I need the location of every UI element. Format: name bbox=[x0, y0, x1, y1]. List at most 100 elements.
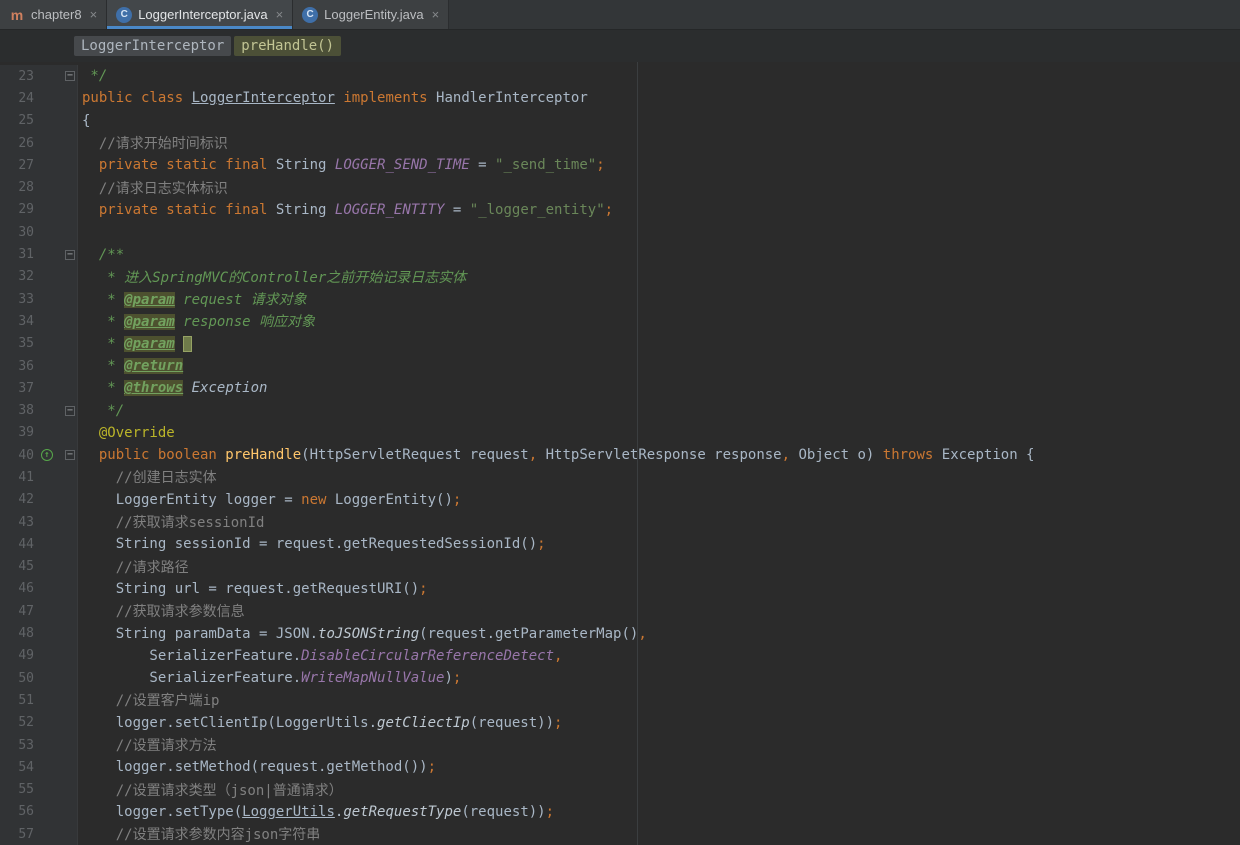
code-text[interactable]: private static final String LOGGER_ENTIT… bbox=[78, 202, 613, 218]
line-number[interactable]: 23 bbox=[0, 69, 34, 84]
line-number[interactable]: 55 bbox=[0, 782, 34, 797]
line-number[interactable]: 39 bbox=[0, 425, 34, 440]
code-text[interactable]: //请求路径 bbox=[78, 557, 189, 577]
line-number[interactable]: 25 bbox=[0, 113, 34, 128]
line-number[interactable]: 48 bbox=[0, 626, 34, 641]
code-text[interactable]: * @return bbox=[78, 358, 184, 374]
code-text[interactable]: //设置请求方法 bbox=[78, 735, 217, 755]
code-text[interactable]: //设置客户端ip bbox=[78, 690, 220, 710]
line-number[interactable]: 54 bbox=[0, 760, 34, 775]
code-text[interactable]: logger.setType(LoggerUtils.getRequestTyp… bbox=[78, 804, 554, 820]
code-text[interactable]: //获取请求sessionId bbox=[78, 512, 265, 532]
line-number[interactable]: 27 bbox=[0, 158, 34, 173]
gutter: 57 bbox=[0, 823, 78, 845]
code-text[interactable]: //创建日志实体 bbox=[78, 467, 217, 487]
line-number[interactable]: 57 bbox=[0, 827, 34, 842]
code-text[interactable]: SerializerFeature.WriteMapNullValue); bbox=[78, 670, 461, 686]
code-text[interactable]: { bbox=[78, 113, 90, 129]
line-number[interactable]: 52 bbox=[0, 715, 34, 730]
line-number[interactable]: 35 bbox=[0, 336, 34, 351]
caret-box bbox=[183, 335, 193, 352]
code-text[interactable]: String url = request.getRequestURI(); bbox=[78, 581, 428, 597]
code-text[interactable]: logger.setMethod(request.getMethod()); bbox=[78, 759, 436, 775]
code-text[interactable]: //设置请求类型（json|普通请求） bbox=[78, 780, 343, 800]
line-number[interactable]: 26 bbox=[0, 136, 34, 151]
line-number[interactable]: 40 bbox=[0, 448, 34, 463]
fold-icon[interactable]: − bbox=[65, 405, 75, 416]
line-number[interactable]: 56 bbox=[0, 804, 34, 819]
override-method-icon[interactable]: ↑ bbox=[41, 449, 53, 462]
line-number[interactable]: 41 bbox=[0, 470, 34, 485]
code-text[interactable]: * @throws Exception bbox=[78, 380, 267, 397]
code-text[interactable]: //设置请求参数内容json字符串 bbox=[78, 824, 321, 844]
line-number[interactable]: 53 bbox=[0, 738, 34, 753]
gutter: 47 bbox=[0, 600, 78, 623]
fold-icon[interactable]: − bbox=[65, 249, 75, 260]
code-text[interactable]: /** bbox=[78, 247, 124, 263]
line-number[interactable]: 32 bbox=[0, 269, 34, 284]
code-text[interactable]: //获取请求参数信息 bbox=[78, 601, 245, 621]
fold-icon[interactable]: − bbox=[65, 450, 75, 461]
code-line: 38 − */ bbox=[0, 399, 1240, 422]
close-icon[interactable]: × bbox=[432, 7, 440, 22]
code-text[interactable]: private static final String LOGGER_SEND_… bbox=[78, 157, 605, 173]
code-text[interactable]: String sessionId = request.getRequestedS… bbox=[78, 536, 546, 552]
code-text[interactable]: * 进入SpringMVC的Controller之前开始记录日志实体 bbox=[78, 267, 466, 287]
line-number[interactable]: 43 bbox=[0, 515, 34, 530]
code-text[interactable]: //请求开始时间标识 bbox=[78, 133, 228, 153]
code-text[interactable]: SerializerFeature.DisableCircularReferen… bbox=[78, 648, 562, 664]
line-number[interactable]: 30 bbox=[0, 225, 34, 240]
code-line: 34 * @param response 响应对象 bbox=[0, 310, 1240, 333]
breadcrumb-item-LoggerInterceptor[interactable]: LoggerInterceptor bbox=[74, 36, 232, 56]
code-text[interactable]: String paramData = JSON.toJSONString(req… bbox=[78, 626, 647, 642]
line-number[interactable]: 50 bbox=[0, 671, 34, 686]
gutter: 51 bbox=[0, 689, 78, 712]
tab-LoggerInterceptor.java[interactable]: C LoggerInterceptor.java × bbox=[107, 0, 294, 29]
code-text[interactable]: * @param response 响应对象 bbox=[78, 311, 315, 331]
code-text[interactable]: */ bbox=[78, 68, 107, 84]
tab-chapter8[interactable]: m chapter8 × bbox=[0, 0, 108, 29]
code-text[interactable]: * @param bbox=[78, 335, 193, 352]
line-number[interactable]: 49 bbox=[0, 648, 34, 663]
tab-LoggerEntity.java[interactable]: C LoggerEntity.java × bbox=[293, 0, 450, 29]
close-icon[interactable]: × bbox=[276, 7, 284, 22]
code-text[interactable]: @Override bbox=[78, 425, 175, 441]
line-number[interactable]: 47 bbox=[0, 604, 34, 619]
line-number[interactable]: 33 bbox=[0, 292, 34, 307]
gutter: 32 bbox=[0, 265, 78, 288]
code-text[interactable]: * @param request 请求对象 bbox=[78, 289, 307, 309]
code-text[interactable]: //请求日志实体标识 bbox=[78, 178, 228, 198]
close-icon[interactable]: × bbox=[90, 7, 98, 22]
line-number[interactable]: 36 bbox=[0, 359, 34, 374]
line-number[interactable]: 42 bbox=[0, 492, 34, 507]
code-line: 24 public class LoggerInterceptor impleme… bbox=[0, 87, 1240, 110]
line-number[interactable]: 46 bbox=[0, 581, 34, 596]
code-editor: 23 − */ 24 public class LoggerInterceptor i… bbox=[0, 62, 1240, 845]
code-text[interactable]: */ bbox=[78, 403, 124, 419]
fold-icon[interactable]: − bbox=[65, 71, 75, 82]
code-line: 50 SerializerFeature.WriteMapNullValue); bbox=[0, 667, 1240, 690]
code-text[interactable]: public class LoggerInterceptor implement… bbox=[78, 90, 588, 106]
gutter-icons: ↑ bbox=[34, 449, 60, 462]
line-number[interactable]: 44 bbox=[0, 537, 34, 552]
breadcrumb-item-preHandle()[interactable]: preHandle() bbox=[234, 36, 342, 56]
line-number[interactable]: 37 bbox=[0, 381, 34, 396]
code-line: 52 logger.setClientIp(LoggerUtils.getCli… bbox=[0, 711, 1240, 734]
code-text[interactable]: logger.setClientIp(LoggerUtils.getCliect… bbox=[78, 715, 563, 731]
code-text[interactable]: LoggerEntity logger = new LoggerEntity()… bbox=[78, 492, 462, 508]
line-number[interactable]: 34 bbox=[0, 314, 34, 329]
fold-column: − bbox=[60, 405, 77, 416]
line-number[interactable]: 31 bbox=[0, 247, 34, 262]
line-number[interactable]: 38 bbox=[0, 403, 34, 418]
code-line: 40 ↑ − public boolean preHandle(HttpServle… bbox=[0, 444, 1240, 467]
code-text[interactable]: public boolean preHandle(HttpServletRequ… bbox=[78, 447, 1035, 463]
line-number[interactable]: 24 bbox=[0, 91, 34, 106]
line-number[interactable]: 28 bbox=[0, 180, 34, 195]
maven-icon: m bbox=[10, 6, 24, 23]
line-number[interactable]: 51 bbox=[0, 693, 34, 708]
class-icon: C bbox=[302, 6, 319, 23]
tab-label: LoggerEntity.java bbox=[324, 7, 424, 22]
code-line: 27 private static final String LOGGER_SE… bbox=[0, 154, 1240, 177]
line-number[interactable]: 29 bbox=[0, 202, 34, 217]
line-number[interactable]: 45 bbox=[0, 559, 34, 574]
